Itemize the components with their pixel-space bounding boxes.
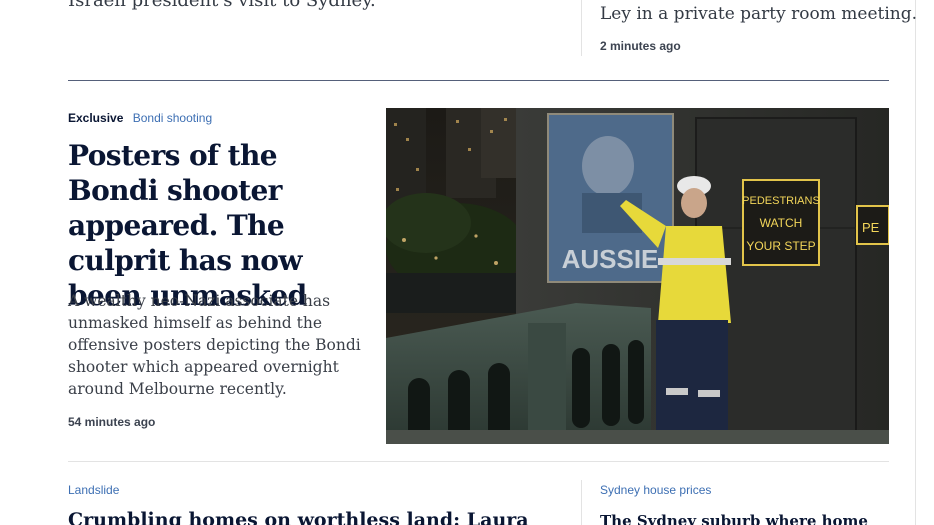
- page-right-border: [915, 0, 916, 525]
- topic-link-landslide[interactable]: Landslide: [68, 483, 119, 497]
- topic-link-bondi-shooting[interactable]: Bondi shooting: [133, 111, 212, 125]
- main-story-photo[interactable]: AUSSIE PEDESTRIANS WATCH YOUR STEP PE: [386, 108, 889, 444]
- main-story-standfirst[interactable]: A wealthy neo-Nazi associate has unmaske…: [68, 290, 368, 400]
- column-divider: [581, 0, 582, 56]
- main-story-headline[interactable]: Posters of the Bondi shooter appeared. T…: [68, 138, 368, 313]
- main-story-timestamp: 54 minutes ago: [68, 415, 156, 429]
- sign-partial-text: PE: [862, 220, 880, 235]
- exclusive-label: Exclusive: [68, 111, 124, 125]
- column-divider-bottom: [581, 480, 582, 525]
- sign-line-2: WATCH: [760, 216, 803, 230]
- story-kicker: Exclusive Bondi shooting: [68, 111, 212, 125]
- section-divider: [68, 80, 889, 81]
- landslide-story-headline[interactable]: Crumbling homes on worthless land: Laura: [68, 508, 548, 525]
- side-story-standfirst[interactable]: Ley in a private party room meeting.: [600, 3, 917, 25]
- photo-illustration: AUSSIE PEDESTRIANS WATCH YOUR STEP PE: [386, 108, 889, 444]
- poster-text: AUSSIE: [562, 244, 659, 274]
- side-story-timestamp: 2 minutes ago: [600, 39, 681, 53]
- previous-story-standfirst[interactable]: Israeli president's visit to Sydney.: [68, 0, 548, 12]
- sign-line-3: YOUR STEP: [746, 239, 815, 253]
- topic-link-sydney-house-prices[interactable]: Sydney house prices: [600, 483, 711, 497]
- house-prices-story-headline[interactable]: The Sydney suburb where home: [600, 510, 900, 525]
- section-divider-bottom: [68, 461, 889, 462]
- sign-line-1: PEDESTRIANS: [742, 195, 820, 207]
